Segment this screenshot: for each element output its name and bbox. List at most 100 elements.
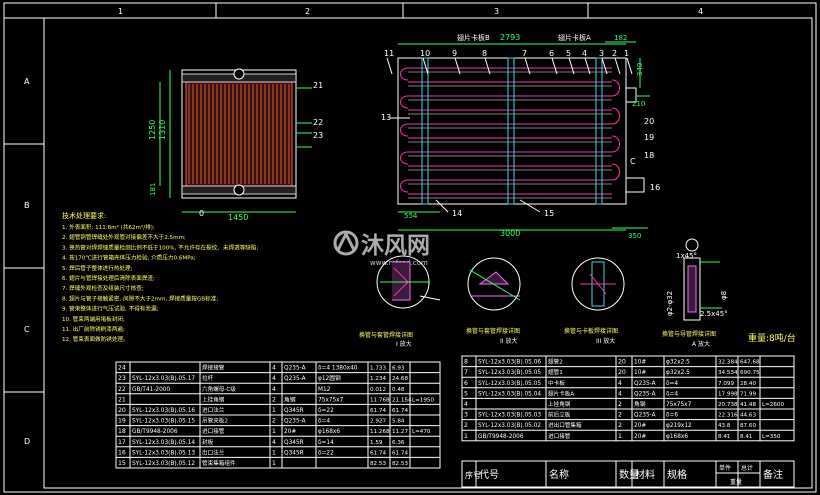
bom-cell-qty: 1 [618, 433, 622, 440]
side-view-callout: 11 [384, 49, 394, 58]
bom-cell-w1: 1.59 [370, 440, 383, 446]
bom-cell-code: SYL-12x3.03(B).05.14 [132, 440, 195, 446]
bom-cell-note: L=470 [412, 429, 431, 435]
cad-drawing: A B C D 1 2 3 4 1310 1250 1450 181 0 21 … [3, 2, 817, 493]
callout-21: 21 [313, 81, 323, 90]
dim-length-3000: 3000 [500, 229, 520, 238]
label-fin-plate-b: 翅片卡板B [457, 33, 490, 42]
bom-cell-w2: 647.68 [740, 360, 760, 366]
front-view: 1310 1250 1450 181 0 21 22 23 [148, 68, 323, 222]
side-view-callout: 2 [612, 49, 617, 58]
bom-cell-name: 进口法兰 [202, 406, 225, 414]
detail-4-sub: A 放大 [692, 340, 710, 348]
tech-req-line: 2. 翅管铜管焊缝处外观管对接偏差不大于2.5mm; [62, 233, 186, 241]
callout-0: 0 [199, 209, 204, 218]
tech-req-line: 9. 管束整体进行气压试验, 不得有泄漏; [62, 305, 159, 313]
tech-req-line: 5. 焊后管子整体进行热处理; [62, 264, 133, 272]
bom-cell-no: 6 [464, 380, 468, 387]
dim-182: 182 [614, 34, 627, 42]
bom-cell-code: GB/T9948-2006 [478, 434, 524, 440]
bom-cell-no: 3 [464, 412, 468, 419]
bom-cell-w2: 21.154 [392, 397, 412, 403]
detail-dim-chamfer-2: 2.5x45° [700, 310, 728, 318]
bom-header-spec: 规格 [667, 468, 687, 481]
bom-cell-no: 17 [118, 439, 126, 446]
detail-2-title: 换管与套管焊接详图 [466, 327, 520, 335]
bom-table-right: 8 SYL-12x3.03(B).05.06 翅管2 20 10# φ32x2.5 32.3… [461, 355, 795, 442]
bom-cell-w1: 2.927 [370, 419, 386, 425]
bom-cell-w1: 20.738 [718, 402, 738, 408]
tech-req-line: 12. 管束表面做防锈处理。 [62, 335, 129, 343]
side-view-callout: 1 [624, 49, 629, 58]
side-view-callout: 4 [582, 49, 587, 58]
bom-cell-name: 上挂角钢 [548, 400, 571, 408]
bom-cell-spec: δ=14 [318, 440, 334, 446]
watermark: 沐风网 www.mfcad.com [333, 230, 430, 267]
bom-cell-w1: 22.316 [718, 413, 738, 419]
bom-cell-no: 20 [118, 407, 126, 414]
bom-cell-qty: 2 [618, 401, 622, 408]
bom-cell-mat: 10# [634, 370, 646, 376]
bom-cell-qty: 1 [272, 449, 276, 456]
bom-cell-note: L=350 [762, 434, 781, 440]
weight-note: 重量:8吨/台 [748, 332, 796, 344]
bom-cell-name: 拉杆 [202, 374, 214, 382]
bom-cell-code: SYL-12x3.03(B).05.02 [478, 423, 541, 429]
detail-1-sub: I 放大 [396, 340, 412, 348]
bom-cell-note: L=2600 [762, 402, 784, 408]
callout-18: 18 [644, 151, 654, 160]
bom-cell-mat: Q345R [284, 450, 304, 456]
bom-cell-spec: δ=4 1380x40 [318, 366, 358, 372]
bom-cell-no: 21 [118, 396, 126, 403]
dim-height-1310: 1310 [158, 120, 167, 140]
bom-cell-mat: 角钢 [634, 400, 646, 408]
tech-req-line: 11. 出厂前除锈刷漆两遍; [62, 325, 125, 333]
bom-cell-spec: δ=22 [318, 408, 334, 414]
bom-cell-mat: Q235-A [284, 376, 306, 382]
bom-cell-w1: 61.74 [370, 450, 386, 456]
bom-cell-no: 19 [118, 418, 126, 425]
bom-cell-qty: 20 [618, 359, 626, 366]
bom-header-note: 备注 [763, 468, 783, 481]
dim-height-1250: 1250 [148, 120, 157, 140]
bom-cell-no: 1 [464, 433, 468, 440]
bom-cell-no: 4 [464, 401, 468, 408]
bom-cell-name: 六角螺母-C级 [202, 385, 236, 393]
bom-cell-no: 18 [118, 428, 126, 435]
bom-cell-qty: 1 [272, 460, 276, 467]
bom-cell-spec: δ=4 [666, 391, 678, 397]
bom-cell-no: 7 [464, 369, 468, 376]
bom-cell-spec: 75x75x7 [666, 402, 692, 408]
dim-181: 181 [149, 183, 157, 196]
tech-req-line: 6. 翅片与管焊接处理后清除表面焊渣; [62, 274, 155, 282]
zone-letter-c: C [24, 325, 30, 334]
bom-cell-w1: 17.998 [718, 391, 738, 397]
bom-cell-w1: 82.53 [370, 461, 386, 467]
detail-2-sub: II 放大 [500, 337, 517, 345]
bom-cell-qty: 2 [272, 418, 276, 425]
bom-cell-name: 吊管夹板2 [202, 417, 228, 425]
bom-cell-w1: 43.8 [718, 423, 731, 429]
bom-cell-w2: 6.93 [392, 366, 405, 372]
detail-4-title: 换管与导管焊接详图 [662, 330, 716, 338]
callout-23: 23 [313, 131, 323, 140]
bom-cell-spec: δ=4 [318, 419, 330, 425]
bom-cell-w1: 1.234 [370, 376, 386, 382]
tech-req-line: 8. 翅片与管子接触紧密, 间隙不大于2mm, 焊接质量按GB标准; [62, 294, 218, 302]
bom-cell-code: SYL-12x3.03(B).05.16 [132, 408, 195, 414]
side-view-callout: 8 [482, 49, 487, 58]
bom-cell-spec: φ32x2.5 [666, 370, 690, 376]
bom-cell-qty: 1 [272, 428, 276, 435]
bom-cell-qty: 1 [272, 407, 276, 414]
bom-cell-qty: 4 [272, 375, 276, 382]
bom-cell-code: SYL-12x3.03(B).05.17 [132, 376, 195, 382]
bom-cell-spec: φ219x12 [666, 423, 692, 429]
side-view-callout: 7 [522, 49, 527, 58]
detail-3-title: 换管与卡板焊接详图 [564, 327, 618, 335]
callout-22: 22 [313, 118, 323, 127]
bom-cell-code: SYL-12x3.03(B).05.13 [132, 450, 195, 456]
bom-cell-spec: δ=6 [666, 413, 678, 419]
bom-cell-mat: 角钢 [284, 395, 296, 403]
zone-letter-b: B [24, 201, 30, 210]
bom-header-code: 代号 [479, 469, 499, 481]
